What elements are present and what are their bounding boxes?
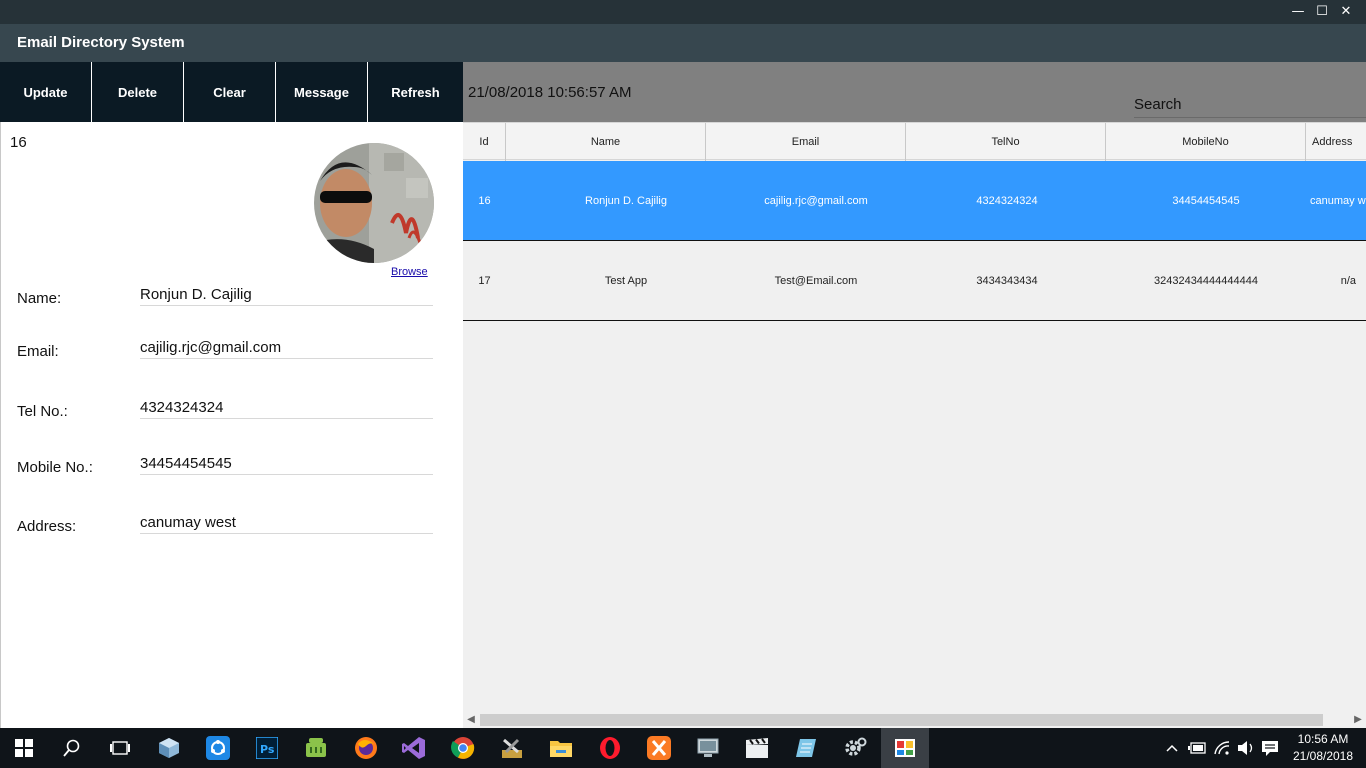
browse-link[interactable]: Browse [391,266,428,278]
chevron-up-icon[interactable] [1160,734,1184,762]
app-title: Email Directory System [17,34,185,51]
clock-time[interactable]: 10:56 AM [1288,732,1358,746]
grid-column-headers: Id Name Email TelNo MobileNo Address [463,122,1366,161]
cell-mobileno: 32432434444444444 [1153,275,1258,287]
cell-id: 17 [478,275,491,287]
cell-email: cajilig.rjc@gmail.com [764,195,868,207]
video-clapper-icon[interactable] [743,734,771,762]
minimize-icon[interactable]: — [1286,2,1310,22]
action-toolbar: Update Delete Clear Message Refresh [0,62,463,122]
name-label: Name: [17,290,62,307]
clock-date[interactable]: 21/08/2018 [1288,749,1358,763]
contacts-grid: Id Name Email TelNo MobileNo Address 16 … [463,122,1366,712]
cell-telno: 4324324324 [976,195,1038,207]
mobile-label: Mobile No.: [17,459,93,476]
tel-field[interactable] [140,395,433,419]
column-header-id[interactable]: Id [463,123,506,161]
mobile-field[interactable] [140,451,433,475]
update-button[interactable]: Update [0,62,92,122]
tel-label: Tel No.: [17,403,68,420]
cell-id: 16 [478,195,491,207]
search-input[interactable]: Search [1134,96,1182,113]
photoshop-icon[interactable]: Ps [253,734,281,762]
address-label: Address: [17,518,77,535]
clear-button[interactable]: Clear [184,62,276,122]
notification-icon[interactable] [1257,734,1283,762]
message-button[interactable]: Message [276,62,368,122]
avatar[interactable] [314,143,434,263]
app-title-bar: Email Directory System [0,24,1366,62]
column-header-name[interactable]: Name [506,123,706,161]
android-icon[interactable] [302,734,330,762]
search-icon[interactable] [58,734,86,762]
visual-studio-icon[interactable] [400,734,428,762]
maximize-icon[interactable]: ☐ [1310,2,1334,22]
opera-icon[interactable] [596,734,624,762]
firefox-icon[interactable] [352,734,380,762]
settings-gear-icon[interactable] [841,734,869,762]
contact-detail-panel: 16 Browse Name: Email: Tel No.: Mobile N… [0,122,463,728]
profile-photo [314,143,434,263]
virtualbox-icon[interactable] [155,734,183,762]
monitor-icon[interactable] [694,734,722,762]
cell-name: Ronjun D. Cajilig [585,195,667,207]
cell-address: canumay w [1310,195,1366,207]
table-row[interactable]: 17 Test App Test@Email.com 3434343434 32… [463,241,1366,321]
cell-name: Test App [604,275,648,287]
cell-address: n/a [1340,275,1356,287]
windows-taskbar: Ps 10:56 AM 21/08/2018 [0,728,1366,768]
windows-start-icon[interactable] [10,734,38,762]
volume-icon[interactable] [1234,734,1258,762]
delete-button[interactable]: Delete [92,62,184,122]
cell-mobileno: 34454454545 [1172,195,1240,207]
window-chrome-bar: — ☐ ✕ [0,0,1366,24]
cell-telno: 3434343434 [976,275,1038,287]
email-label: Email: [17,343,59,360]
active-app-icon[interactable] [881,728,929,768]
refresh-button[interactable]: Refresh [368,62,463,122]
svg-text:Ps: Ps [260,743,275,756]
column-header-address[interactable]: Address [1306,123,1366,161]
grid-header-bar: 21/08/2018 10:56:57 AM Search [463,62,1366,122]
xampp-icon[interactable] [645,734,673,762]
scrollbar-thumb[interactable] [480,714,1323,726]
wifi-icon[interactable] [1210,734,1234,762]
tools-icon[interactable] [498,734,526,762]
column-header-mobileno[interactable]: MobileNo [1106,123,1306,161]
sync-icon[interactable] [204,734,232,762]
record-id: 16 [10,134,27,151]
close-icon[interactable]: ✕ [1334,2,1358,22]
cell-email: Test@Email.com [774,275,858,287]
file-explorer-icon[interactable] [547,734,575,762]
horizontal-scrollbar[interactable]: ◀ ▶ [463,712,1366,728]
email-field[interactable] [140,335,433,359]
current-datetime: 21/08/2018 10:56:57 AM [468,84,632,101]
name-field[interactable] [140,282,433,306]
scroll-right-icon[interactable]: ▶ [1350,712,1366,728]
scroll-left-icon[interactable]: ◀ [463,712,479,728]
chrome-icon[interactable] [449,734,477,762]
battery-icon[interactable] [1185,734,1209,762]
table-row[interactable]: 16 Ronjun D. Cajilig cajilig.rjc@gmail.c… [463,161,1366,241]
address-field[interactable] [140,510,433,534]
column-header-telno[interactable]: TelNo [906,123,1106,161]
column-header-email[interactable]: Email [706,123,906,161]
task-view-icon[interactable] [106,734,134,762]
notepad-icon[interactable] [792,734,820,762]
search-underline [1134,117,1366,118]
